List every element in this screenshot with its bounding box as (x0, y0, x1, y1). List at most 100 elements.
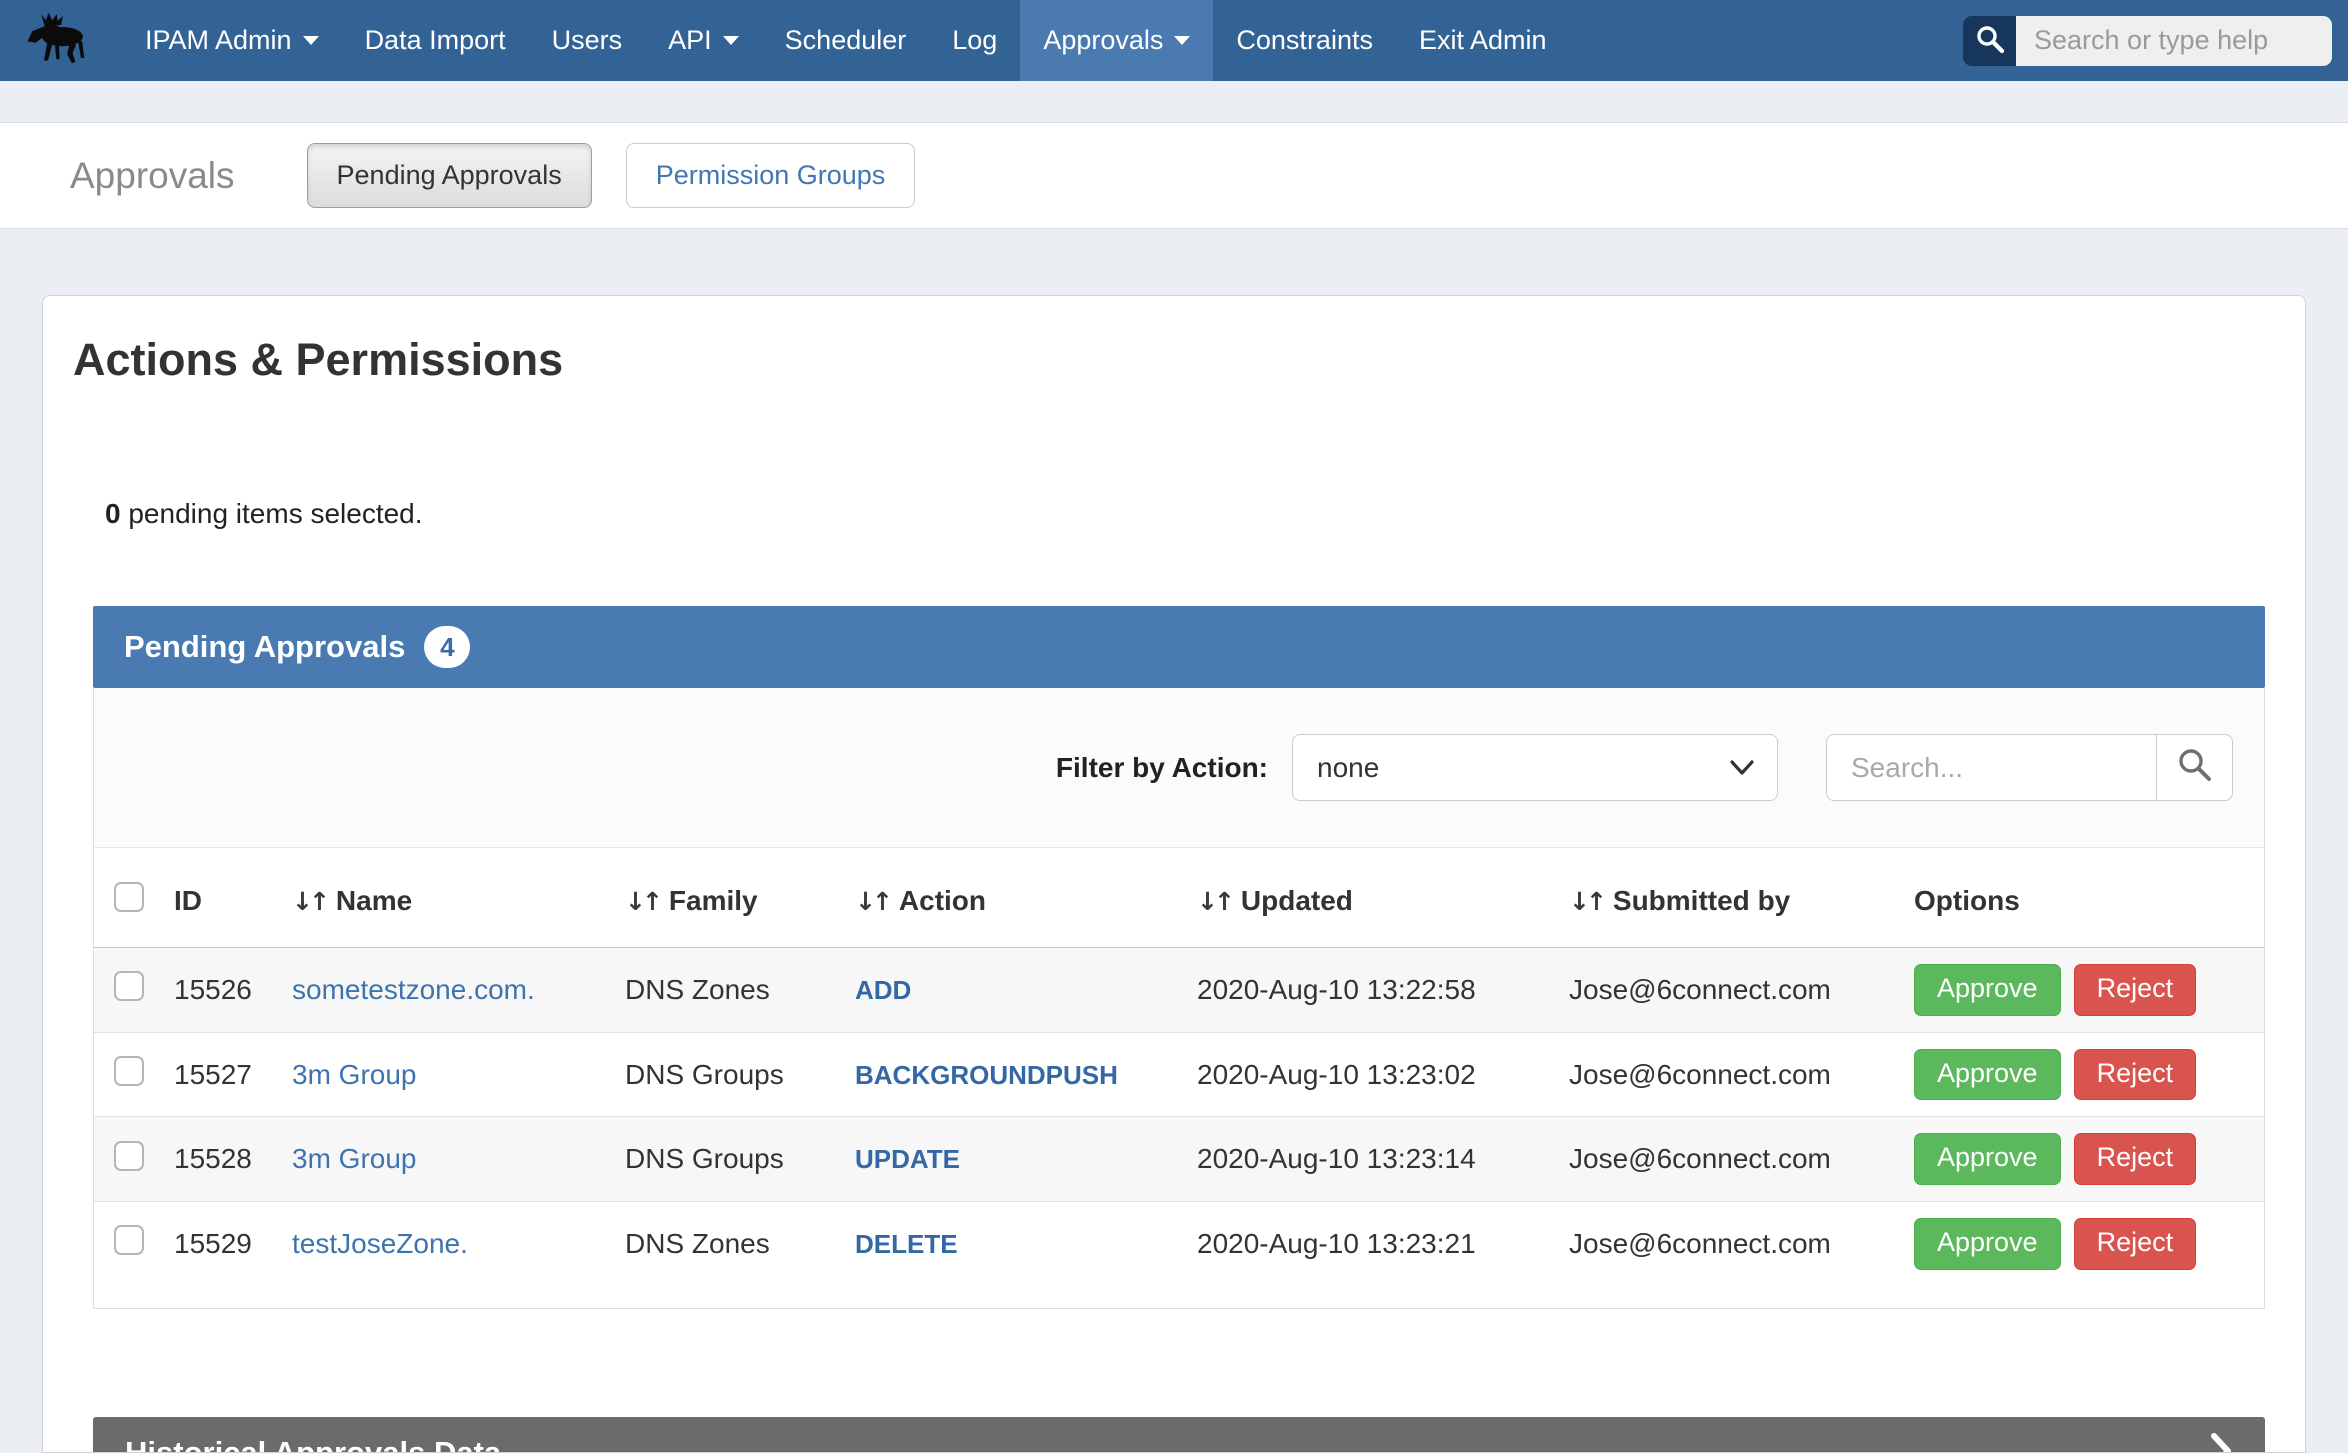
column-header-family: ↓↑ Family (617, 848, 847, 948)
approve-button[interactable]: Approve (1914, 1218, 2061, 1270)
nav-label: Data Import (365, 25, 506, 56)
table-search-group (1826, 734, 2233, 801)
brand-moose-logo[interactable] (0, 0, 122, 81)
tab-permission-groups[interactable]: Permission Groups (626, 143, 916, 208)
global-search-button[interactable] (1963, 16, 2016, 66)
cell-updated: 2020-Aug-10 13:22:58 (1189, 948, 1561, 1033)
nav-item-ipam-admin[interactable]: IPAM Admin (122, 0, 342, 81)
approve-button[interactable]: Approve (1914, 1133, 2061, 1185)
reject-button[interactable]: Reject (2074, 964, 2197, 1016)
cell-family: DNS Zones (617, 948, 847, 1033)
column-header-submitted-by: ↓↑Submitted by (1561, 848, 1906, 948)
filter-by-action-label: Filter by Action: (1056, 752, 1268, 784)
pending-approvals-container: Filter by Action: none (93, 688, 2265, 1309)
cell-submitted-by: Jose@6connect.com (1561, 1117, 1906, 1202)
column-header-action: ↓↑ Action (847, 848, 1189, 948)
historical-approvals-toggle[interactable]: Historical Approvals Data (93, 1417, 2265, 1453)
caret-down-icon (1174, 36, 1190, 45)
cell-action-link[interactable]: BACKGROUNDPUSH (855, 1060, 1118, 1090)
cell-submitted-by: Jose@6connect.com (1561, 948, 1906, 1033)
cell-name-link[interactable]: sometestzone.com. (292, 974, 535, 1005)
action-filter-select-wrap: none (1292, 734, 1778, 801)
table-row: 15528 3m Group DNS Groups UPDATE 2020-Au… (94, 1117, 2264, 1202)
selection-status: 0 pending items selected. (105, 498, 2305, 530)
row-checkbox[interactable] (114, 1225, 144, 1255)
nav-item-data-import[interactable]: Data Import (342, 0, 529, 81)
action-filter-select[interactable]: none (1292, 734, 1778, 801)
reject-button[interactable]: Reject (2074, 1133, 2197, 1185)
cell-family: DNS Zones (617, 1202, 847, 1286)
nav-item-scheduler[interactable]: Scheduler (762, 0, 930, 81)
column-label: Family (669, 885, 758, 916)
cell-action-link[interactable]: DELETE (855, 1229, 958, 1259)
sort-icon[interactable]: ↓↑ (1197, 887, 1231, 916)
nav-item-constraints[interactable]: Constraints (1213, 0, 1396, 81)
sort-icon[interactable]: ↓↑ (625, 887, 659, 916)
nav-label: Constraints (1236, 25, 1373, 56)
tab-pending-approvals[interactable]: Pending Approvals (307, 143, 592, 208)
nav-label: Scheduler (785, 25, 907, 56)
table-bottom-padding (94, 1286, 2264, 1308)
cell-submitted-by: Jose@6connect.com (1561, 1202, 1906, 1286)
nav-item-exit-admin[interactable]: Exit Admin (1396, 0, 1570, 81)
cell-id: 15527 (166, 1032, 284, 1117)
cell-name-link[interactable]: 3m Group (292, 1143, 417, 1174)
pending-approvals-header: Pending Approvals 4 (93, 606, 2265, 688)
chevron-right-icon (2209, 1431, 2233, 1453)
search-icon (1975, 24, 2005, 57)
select-all-checkbox[interactable] (114, 882, 144, 912)
column-label: Options (1914, 885, 2020, 916)
column-label: Action (899, 885, 986, 916)
column-header-id: ID (166, 848, 284, 948)
nav-label: API (668, 25, 712, 56)
global-search-input[interactable] (2016, 16, 2332, 66)
filter-row: Filter by Action: none (94, 688, 2264, 848)
cell-family: DNS Groups (617, 1032, 847, 1117)
table-search-button[interactable] (2156, 734, 2233, 801)
top-navbar: IPAM Admin Data Import Users API Schedul… (0, 0, 2348, 81)
sort-icon[interactable]: ↓↑ (292, 887, 326, 916)
cell-id: 15526 (166, 948, 284, 1033)
nav-item-api[interactable]: API (645, 0, 762, 81)
cell-action-link[interactable]: UPDATE (855, 1144, 960, 1174)
cell-name-link[interactable]: testJoseZone. (292, 1228, 468, 1259)
search-icon (2177, 747, 2213, 788)
nav-label: IPAM Admin (145, 25, 292, 56)
pending-approvals-title: Pending Approvals (124, 629, 405, 665)
nav-item-users[interactable]: Users (529, 0, 646, 81)
global-search-group (1963, 16, 2332, 66)
sort-icon[interactable]: ↓↑ (855, 887, 889, 916)
column-label: Updated (1241, 885, 1353, 916)
moose-icon (20, 10, 102, 71)
caret-down-icon (303, 36, 319, 45)
cell-action-link[interactable]: ADD (855, 975, 911, 1005)
approve-button[interactable]: Approve (1914, 1049, 2061, 1101)
table-row: 15526 sometestzone.com. DNS Zones ADD 20… (94, 948, 2264, 1033)
cell-name-link[interactable]: 3m Group (292, 1059, 417, 1090)
column-label: ID (174, 885, 202, 916)
page-header: Approvals Pending Approvals Permission G… (0, 122, 2348, 229)
selected-count: 0 (105, 498, 121, 529)
row-checkbox[interactable] (114, 1141, 144, 1171)
cell-updated: 2020-Aug-10 13:23:02 (1189, 1032, 1561, 1117)
sort-icon[interactable]: ↓↑ (1569, 887, 1603, 916)
reject-button[interactable]: Reject (2074, 1049, 2197, 1101)
column-header-options: Options (1906, 848, 2264, 948)
approve-button[interactable]: Approve (1914, 964, 2061, 1016)
row-checkbox[interactable] (114, 1056, 144, 1086)
column-header-name: ↓↑Name (284, 848, 617, 948)
table-search-input[interactable] (1826, 734, 2156, 801)
selected-text: pending items selected. (121, 498, 423, 529)
table-row: 15529 testJoseZone. DNS Zones DELETE 202… (94, 1202, 2264, 1286)
nav-item-approvals[interactable]: Approvals (1020, 0, 1213, 81)
reject-button[interactable]: Reject (2074, 1218, 2197, 1270)
cell-submitted-by: Jose@6connect.com (1561, 1032, 1906, 1117)
row-checkbox[interactable] (114, 971, 144, 1001)
cell-id: 15529 (166, 1202, 284, 1286)
nav-label: Users (552, 25, 623, 56)
cell-id: 15528 (166, 1117, 284, 1202)
cell-updated: 2020-Aug-10 13:23:21 (1189, 1202, 1561, 1286)
nav-item-log[interactable]: Log (929, 0, 1020, 81)
cell-family: DNS Groups (617, 1117, 847, 1202)
page-title: Approvals (70, 155, 235, 197)
